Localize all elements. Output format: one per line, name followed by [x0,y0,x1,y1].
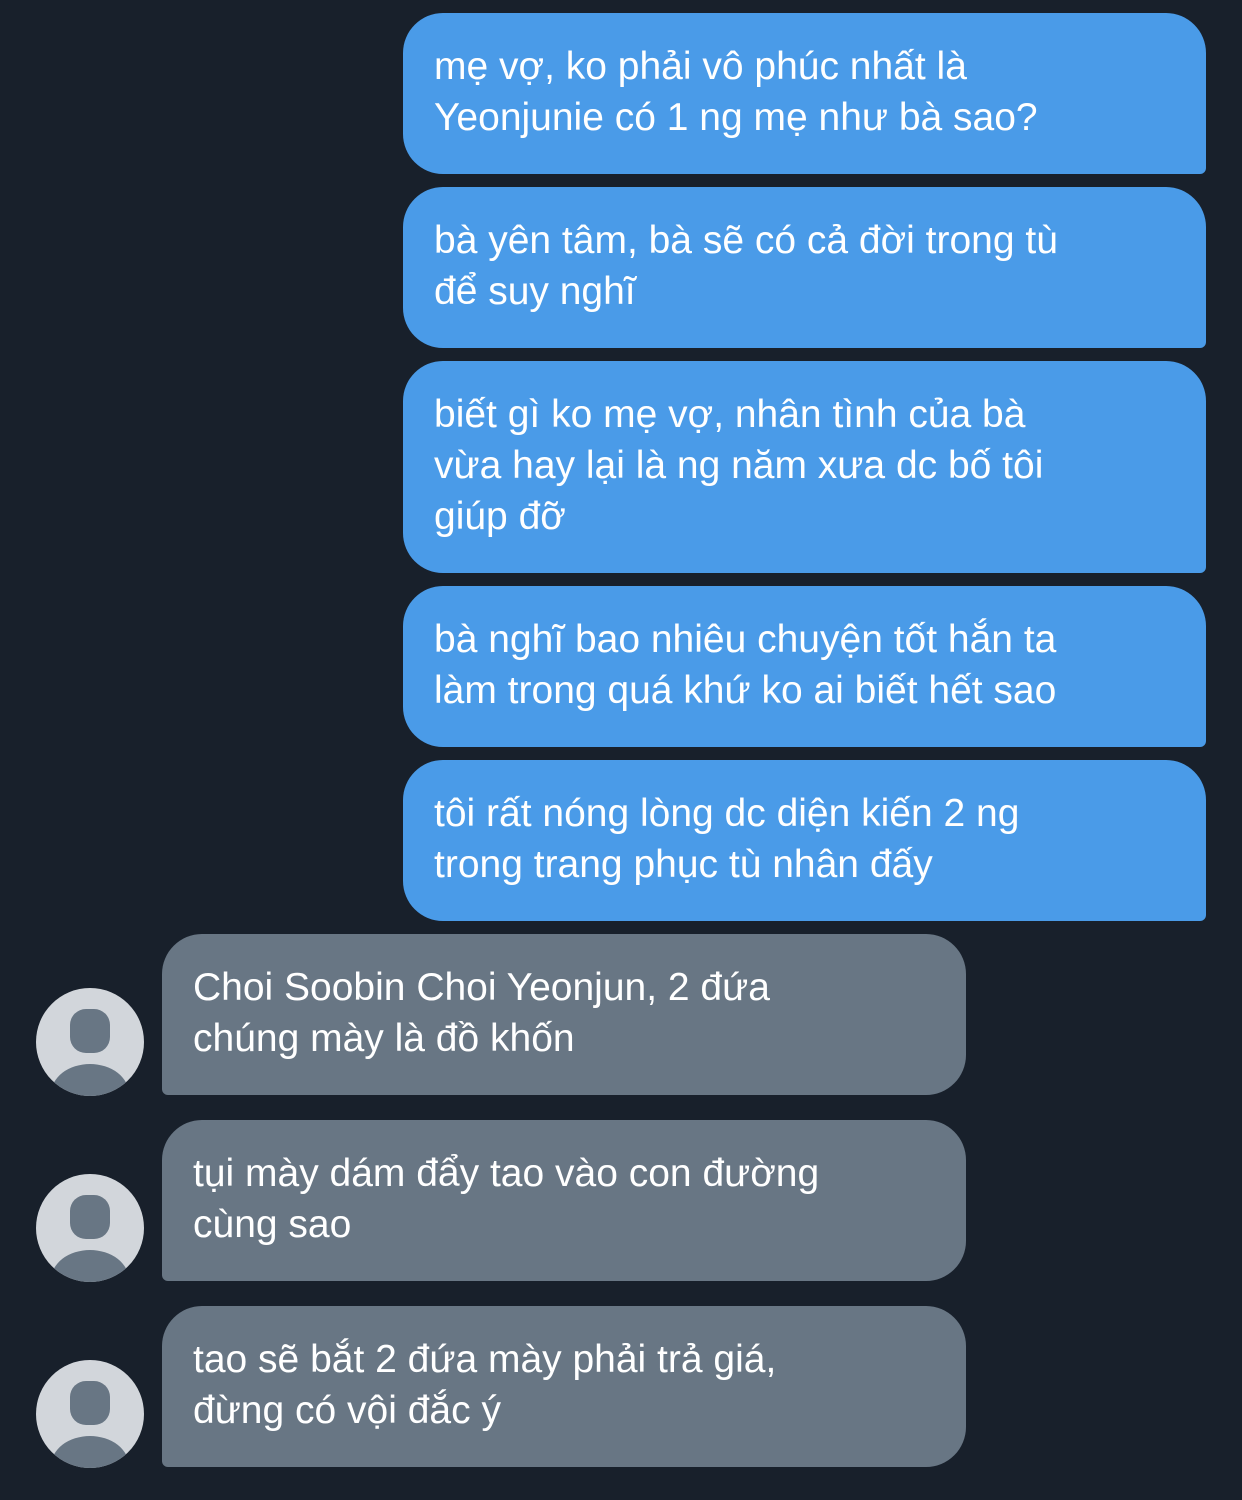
sender-avatar[interactable] [36,988,144,1096]
sent-message-bubble[interactable]: bà yên tâm, bà sẽ có cả đời trong tù để … [403,187,1206,348]
sender-avatar[interactable] [36,1360,144,1468]
message-thread[interactable]: mẹ vợ, ko phải vô phúc nhất là Yeonjunie… [0,0,1242,1500]
received-message-bubble[interactable]: Choi Soobin Choi Yeonjun, 2 đứa chúng mà… [162,934,966,1095]
received-message-bubble[interactable]: tao sẽ bắt 2 đứa mày phải trả giá, đừng … [162,1306,966,1467]
received-message-bubble[interactable]: tụi mày dám đẩy tao vào con đường cùng s… [162,1120,966,1281]
sent-message-bubble[interactable]: biết gì ko mẹ vợ, nhân tình của bà vừa h… [403,361,1206,573]
sent-message-bubble[interactable]: bà nghĩ bao nhiêu chuyện tốt hắn ta làm … [403,586,1206,747]
sender-avatar[interactable] [36,1174,144,1282]
sent-message-bubble[interactable]: tôi rất nóng lòng dc diện kiến 2 ng tron… [403,760,1206,921]
sent-message-bubble[interactable]: mẹ vợ, ko phải vô phúc nhất là Yeonjunie… [403,13,1206,174]
